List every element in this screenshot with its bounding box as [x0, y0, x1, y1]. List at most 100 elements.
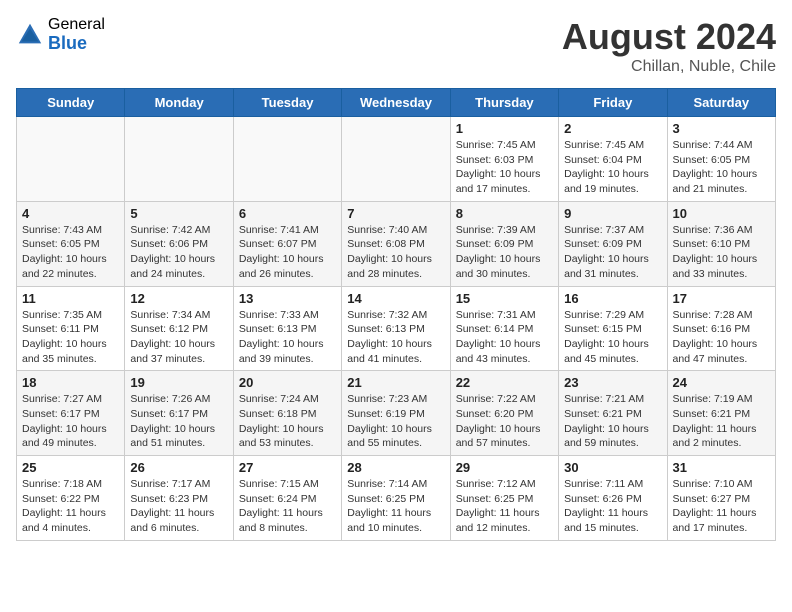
day-number: 5 [130, 206, 227, 221]
day-info: Sunrise: 7:26 AM Sunset: 6:17 PM Dayligh… [130, 392, 227, 451]
day-info: Sunrise: 7:28 AM Sunset: 6:16 PM Dayligh… [673, 308, 770, 367]
day-number: 31 [673, 460, 770, 475]
day-header-wednesday: Wednesday [342, 89, 450, 117]
days-header-row: SundayMondayTuesdayWednesdayThursdayFrid… [17, 89, 776, 117]
logo-general: General [48, 16, 105, 34]
day-number: 18 [22, 375, 119, 390]
logo: General Blue [16, 16, 105, 53]
calendar-cell: 16 Sunrise: 7:29 AM Sunset: 6:15 PM Dayli… [559, 286, 667, 371]
day-number: 7 [347, 206, 444, 221]
day-info: Sunrise: 7:18 AM Sunset: 6:22 PM Dayligh… [22, 477, 119, 536]
day-number: 10 [673, 206, 770, 221]
day-info: Sunrise: 7:44 AM Sunset: 6:05 PM Dayligh… [673, 138, 770, 197]
page-header: General Blue August 2024 Chillan, Nuble,… [16, 16, 776, 76]
calendar-cell: 2Sunrise: 7:45 AM Sunset: 6:04 PM Daylig… [559, 117, 667, 202]
calendar-cell: 28 Sunrise: 7:14 AM Sunset: 6:25 PM Dayli… [342, 456, 450, 541]
calendar-cell: 3 Sunrise: 7:44 AM Sunset: 6:05 PM Daylig… [667, 117, 775, 202]
title-block: August 2024 Chillan, Nuble, Chile [562, 16, 776, 76]
logo-text: General Blue [48, 16, 105, 53]
day-number: 19 [130, 375, 227, 390]
day-info: Sunrise: 7:41 AM Sunset: 6:07 PM Dayligh… [239, 223, 336, 282]
day-header-sunday: Sunday [17, 89, 125, 117]
day-info: Sunrise: 7:17 AM Sunset: 6:23 PM Dayligh… [130, 477, 227, 536]
day-info: Sunrise: 7:32 AM Sunset: 6:13 PM Dayligh… [347, 308, 444, 367]
calendar-cell: 1Sunrise: 7:45 AM Sunset: 6:03 PM Daylig… [450, 117, 558, 202]
calendar-cell: 26 Sunrise: 7:17 AM Sunset: 6:23 PM Dayli… [125, 456, 233, 541]
day-number: 26 [130, 460, 227, 475]
day-number: 22 [456, 375, 553, 390]
day-info: Sunrise: 7:12 AM Sunset: 6:25 PM Dayligh… [456, 477, 553, 536]
day-header-monday: Monday [125, 89, 233, 117]
day-number: 27 [239, 460, 336, 475]
calendar-cell [233, 117, 341, 202]
calendar-cell: 13 Sunrise: 7:33 AM Sunset: 6:13 PM Dayli… [233, 286, 341, 371]
calendar-cell [125, 117, 233, 202]
day-number: 6 [239, 206, 336, 221]
calendar-cell: 20 Sunrise: 7:24 AM Sunset: 6:18 PM Dayli… [233, 371, 341, 456]
calendar-cell: 27 Sunrise: 7:15 AM Sunset: 6:24 PM Dayli… [233, 456, 341, 541]
calendar-week-3: 11 Sunrise: 7:35 AM Sunset: 6:11 PM Dayli… [17, 286, 776, 371]
day-number: 25 [22, 460, 119, 475]
logo-icon [16, 21, 44, 49]
calendar-cell: 14 Sunrise: 7:32 AM Sunset: 6:13 PM Dayli… [342, 286, 450, 371]
day-number: 12 [130, 291, 227, 306]
day-number: 28 [347, 460, 444, 475]
day-info: Sunrise: 7:33 AM Sunset: 6:13 PM Dayligh… [239, 308, 336, 367]
calendar-cell: 11 Sunrise: 7:35 AM Sunset: 6:11 PM Dayli… [17, 286, 125, 371]
day-info: Sunrise: 7:22 AM Sunset: 6:20 PM Dayligh… [456, 392, 553, 451]
day-number: 3 [673, 121, 770, 136]
day-info: Sunrise: 7:39 AM Sunset: 6:09 PM Dayligh… [456, 223, 553, 282]
day-header-saturday: Saturday [667, 89, 775, 117]
calendar-cell [17, 117, 125, 202]
day-info: Sunrise: 7:43 AM Sunset: 6:05 PM Dayligh… [22, 223, 119, 282]
day-info: Sunrise: 7:34 AM Sunset: 6:12 PM Dayligh… [130, 308, 227, 367]
calendar-week-2: 4Sunrise: 7:43 AM Sunset: 6:05 PM Daylig… [17, 201, 776, 286]
calendar-week-4: 18 Sunrise: 7:27 AM Sunset: 6:17 PM Dayli… [17, 371, 776, 456]
day-info: Sunrise: 7:23 AM Sunset: 6:19 PM Dayligh… [347, 392, 444, 451]
day-info: Sunrise: 7:35 AM Sunset: 6:11 PM Dayligh… [22, 308, 119, 367]
day-header-friday: Friday [559, 89, 667, 117]
day-info: Sunrise: 7:19 AM Sunset: 6:21 PM Dayligh… [673, 392, 770, 451]
calendar-cell: 8Sunrise: 7:39 AM Sunset: 6:09 PM Daylig… [450, 201, 558, 286]
calendar-cell: 22 Sunrise: 7:22 AM Sunset: 6:20 PM Dayli… [450, 371, 558, 456]
day-info: Sunrise: 7:10 AM Sunset: 6:27 PM Dayligh… [673, 477, 770, 536]
day-info: Sunrise: 7:29 AM Sunset: 6:15 PM Dayligh… [564, 308, 661, 367]
calendar-week-1: 1Sunrise: 7:45 AM Sunset: 6:03 PM Daylig… [17, 117, 776, 202]
day-info: Sunrise: 7:27 AM Sunset: 6:17 PM Dayligh… [22, 392, 119, 451]
calendar-cell: 18 Sunrise: 7:27 AM Sunset: 6:17 PM Dayli… [17, 371, 125, 456]
logo-blue: Blue [48, 34, 105, 54]
day-info: Sunrise: 7:40 AM Sunset: 6:08 PM Dayligh… [347, 223, 444, 282]
day-number: 24 [673, 375, 770, 390]
calendar-cell: 31 Sunrise: 7:10 AM Sunset: 6:27 PM Dayli… [667, 456, 775, 541]
day-number: 20 [239, 375, 336, 390]
calendar-cell: 19 Sunrise: 7:26 AM Sunset: 6:17 PM Dayli… [125, 371, 233, 456]
day-header-tuesday: Tuesday [233, 89, 341, 117]
day-number: 16 [564, 291, 661, 306]
day-info: Sunrise: 7:24 AM Sunset: 6:18 PM Dayligh… [239, 392, 336, 451]
day-number: 23 [564, 375, 661, 390]
day-number: 11 [22, 291, 119, 306]
day-number: 15 [456, 291, 553, 306]
day-number: 14 [347, 291, 444, 306]
day-info: Sunrise: 7:15 AM Sunset: 6:24 PM Dayligh… [239, 477, 336, 536]
day-number: 17 [673, 291, 770, 306]
calendar-cell: 5 Sunrise: 7:42 AM Sunset: 6:06 PM Daylig… [125, 201, 233, 286]
calendar-cell: 6 Sunrise: 7:41 AM Sunset: 6:07 PM Daylig… [233, 201, 341, 286]
month-year: August 2024 [562, 16, 776, 58]
day-info: Sunrise: 7:45 AM Sunset: 6:04 PM Dayligh… [564, 138, 661, 197]
day-info: Sunrise: 7:14 AM Sunset: 6:25 PM Dayligh… [347, 477, 444, 536]
calendar-cell: 4Sunrise: 7:43 AM Sunset: 6:05 PM Daylig… [17, 201, 125, 286]
calendar-cell: 7 Sunrise: 7:40 AM Sunset: 6:08 PM Daylig… [342, 201, 450, 286]
day-number: 9 [564, 206, 661, 221]
day-info: Sunrise: 7:21 AM Sunset: 6:21 PM Dayligh… [564, 392, 661, 451]
day-number: 1 [456, 121, 553, 136]
calendar-cell: 25 Sunrise: 7:18 AM Sunset: 6:22 PM Dayli… [17, 456, 125, 541]
day-info: Sunrise: 7:42 AM Sunset: 6:06 PM Dayligh… [130, 223, 227, 282]
day-number: 29 [456, 460, 553, 475]
day-info: Sunrise: 7:11 AM Sunset: 6:26 PM Dayligh… [564, 477, 661, 536]
day-number: 30 [564, 460, 661, 475]
calendar-cell: 23 Sunrise: 7:21 AM Sunset: 6:21 PM Dayli… [559, 371, 667, 456]
day-number: 13 [239, 291, 336, 306]
calendar-cell: 30 Sunrise: 7:11 AM Sunset: 6:26 PM Dayli… [559, 456, 667, 541]
calendar-cell: 9Sunrise: 7:37 AM Sunset: 6:09 PM Daylig… [559, 201, 667, 286]
